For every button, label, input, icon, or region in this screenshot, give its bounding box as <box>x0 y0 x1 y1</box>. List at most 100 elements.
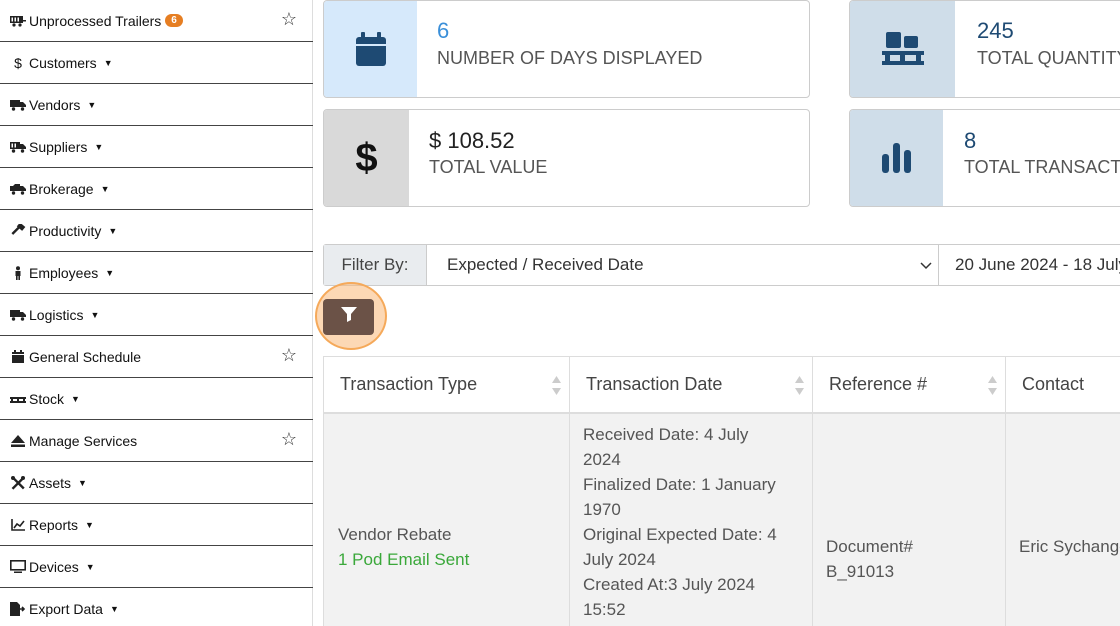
pallet-icon <box>10 395 26 403</box>
caret-down-icon: ▼ <box>94 141 104 152</box>
sidebar-item-productivity[interactable]: Productivity ▼ <box>0 210 313 252</box>
date-line: July 2024 <box>583 550 656 569</box>
sidebar-item-stock[interactable]: Stock ▼ <box>0 378 313 420</box>
caret-down-icon: ▼ <box>108 225 118 236</box>
filter-type-select[interactable]: Expected / Received Date <box>427 245 939 285</box>
caret-down-icon: ▼ <box>71 393 80 404</box>
sidebar-item-vendors[interactable]: Vendors ▼ <box>0 84 313 126</box>
star-icon[interactable]: ☆ <box>281 9 297 30</box>
eject-icon <box>10 434 26 447</box>
sidebar-item-unprocessed-trailers[interactable]: Unprocessed Trailers 6 ☆ <box>0 0 313 42</box>
stat-label: NUMBER OF DAYS DISPLAYED <box>437 48 703 68</box>
cell-transaction-type: Vendor Rebate 1 Pod Email Sent <box>324 414 570 626</box>
sidebar-item-label: Manage Services <box>29 432 138 449</box>
sidebar-item-label: Logistics <box>29 306 84 323</box>
sidebar-item-label: Devices <box>29 558 79 575</box>
line-chart-icon <box>10 518 26 531</box>
column-header-label: Reference # <box>829 374 928 394</box>
stat-card-quantity: 245 TOTAL QUANTITY <box>849 0 1120 98</box>
filter-type-value: Expected / Received Date <box>447 255 644 274</box>
caret-down-icon: ▼ <box>85 561 95 572</box>
sidebar-item-export-data[interactable]: Export Data ▼ <box>0 588 313 626</box>
truck-icon <box>10 99 26 111</box>
dollar-icon: $ <box>324 110 409 206</box>
table-row[interactable]: Vendor Rebate 1 Pod Email Sent Received … <box>324 414 1120 626</box>
supplier-truck-icon <box>10 141 26 153</box>
column-header-contact[interactable]: Contact <box>1006 356 1120 414</box>
cell-contact: Eric Sychangco <box>1006 414 1120 626</box>
sidebar-item-customers[interactable]: $ Customers ▼ <box>0 42 313 84</box>
column-header-transaction-date[interactable]: Transaction Date <box>570 356 813 414</box>
stat-label: TOTAL TRANSACTIONS <box>964 157 1120 177</box>
stat-value: 245 <box>977 18 1014 43</box>
reference-label: Document# <box>826 537 913 556</box>
column-header-label: Transaction Date <box>586 374 723 394</box>
sidebar-item-logistics[interactable]: Logistics ▼ <box>0 294 313 336</box>
sidebar-item-label: Export Data <box>29 601 103 617</box>
transactions-table: Transaction Type Transaction Date Refere… <box>323 356 1120 626</box>
sidebar-item-devices[interactable]: Devices ▼ <box>0 546 313 588</box>
status-text: 1 Pod Email Sent <box>338 550 470 569</box>
caret-down-icon: ▼ <box>109 604 119 614</box>
calendar-icon <box>10 350 26 363</box>
sidebar-item-suppliers[interactable]: Suppliers ▼ <box>0 126 313 168</box>
stat-card-transactions: 8 TOTAL TRANSACTIONS <box>849 109 1120 207</box>
stat-label: TOTAL VALUE <box>429 157 548 177</box>
sidebar-item-general-schedule[interactable]: General Schedule ☆ <box>0 336 313 378</box>
trailer-icon <box>10 15 26 27</box>
date-range-input[interactable]: 20 June 2024 - 18 July 2024 <box>939 245 1120 285</box>
calendar-icon <box>324 1 417 97</box>
chevron-down-icon <box>920 256 932 276</box>
cell-transaction-date: Received Date: 4 July 2024 Finalized Dat… <box>570 414 813 626</box>
contact-name: Eric Sychangco <box>1019 537 1120 556</box>
date-line: 1970 <box>583 500 621 519</box>
column-header-label: Contact <box>1022 374 1085 394</box>
reference-value: B_91013 <box>826 562 895 581</box>
star-icon[interactable]: ☆ <box>281 345 297 366</box>
sidebar-item-assets[interactable]: Assets ▼ <box>0 462 313 504</box>
column-header-transaction-type[interactable]: Transaction Type <box>324 356 570 414</box>
hammer-icon <box>10 223 26 238</box>
stat-card-days: 6 NUMBER OF DAYS DISPLAYED <box>323 0 810 98</box>
sidebar-item-reports[interactable]: Reports ▼ <box>0 504 313 546</box>
sidebar-item-label: Vendors <box>29 96 81 113</box>
sidebar-item-manage-services[interactable]: Manage Services ☆ <box>0 420 313 462</box>
sidebar-item-label: General Schedule <box>29 348 142 365</box>
sidebar-item-brokerage[interactable]: Brokerage ▼ <box>0 168 313 210</box>
person-icon <box>10 265 26 280</box>
filter-button[interactable] <box>323 299 374 335</box>
sort-icon <box>988 376 997 395</box>
truck-icon <box>10 309 26 321</box>
cell-reference: Document# B_91013 <box>813 414 1006 626</box>
monitor-icon <box>10 560 26 573</box>
stat-value: 6 <box>437 18 450 43</box>
date-line: 15:52 <box>583 600 626 619</box>
date-line: Received Date: 4 July <box>583 425 749 444</box>
sidebar-item-employees[interactable]: Employees ▼ <box>0 252 313 294</box>
sidebar-item-label: Reports <box>29 516 79 533</box>
brokerage-truck-icon <box>10 183 26 195</box>
sidebar-item-label: Assets <box>29 474 72 491</box>
caret-down-icon: ▼ <box>87 99 97 110</box>
caret-down-icon: ▼ <box>78 477 87 488</box>
tools-icon <box>10 475 26 490</box>
caret-down-icon: ▼ <box>105 267 115 278</box>
filter-bar: Filter By: Expected / Received Date 20 J… <box>323 244 1120 286</box>
star-icon[interactable]: ☆ <box>281 429 297 450</box>
caret-down-icon: ▼ <box>100 183 110 194</box>
sort-icon <box>552 376 561 395</box>
caret-down-icon: ▼ <box>90 309 100 320</box>
sidebar-item-label: Suppliers <box>29 138 88 155</box>
date-line: Original Expected Date: 4 <box>583 525 777 544</box>
column-header-reference[interactable]: Reference # <box>813 356 1006 414</box>
bar-chart-icon <box>850 110 943 206</box>
sidebar-item-label: Employees <box>29 264 99 281</box>
stat-value: $ 108.52 <box>429 128 515 153</box>
filter-by-label: Filter By: <box>324 245 427 285</box>
transaction-type-text: Vendor Rebate <box>338 525 452 544</box>
sidebar: Unprocessed Trailers 6 ☆ $ Customers ▼ V… <box>0 0 313 626</box>
sort-icon <box>795 376 804 395</box>
sidebar-item-label: Customers <box>29 54 97 71</box>
notification-badge: 6 <box>165 14 183 27</box>
sidebar-item-label: Stock <box>29 390 65 407</box>
